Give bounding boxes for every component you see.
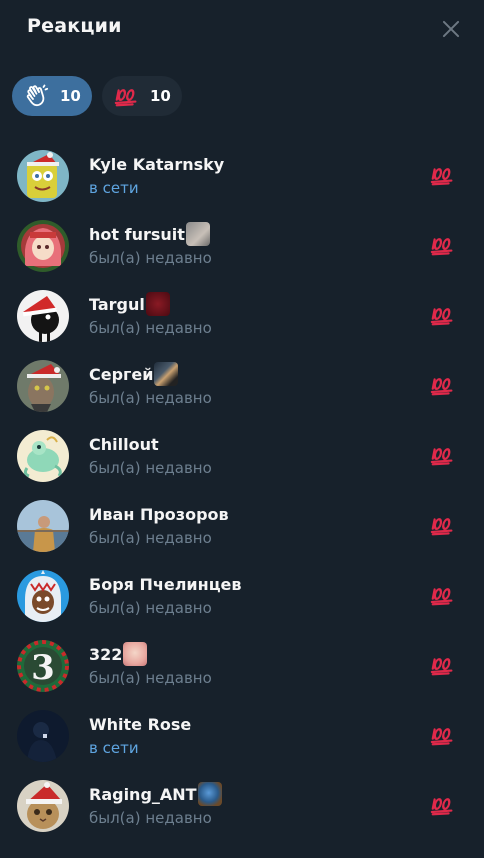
list-item[interactable]: Боря Пчелинцев был(а) недавно bbox=[0, 560, 484, 630]
avatar bbox=[17, 430, 69, 482]
user-name: hot fursuit bbox=[89, 224, 185, 244]
avatar bbox=[17, 150, 69, 202]
list-item[interactable]: 3 322 был(а) недавно bbox=[0, 630, 484, 700]
user-status: был(а) недавно bbox=[89, 459, 212, 477]
hundred-icon bbox=[430, 234, 456, 256]
hundred-icon bbox=[430, 164, 456, 186]
custom-emoji-icon bbox=[185, 222, 210, 246]
page-title: Реакции bbox=[27, 15, 122, 37]
list-item[interactable]: hot fursuit был(а) недавно bbox=[0, 210, 484, 280]
hundred-icon bbox=[430, 374, 456, 396]
user-status: был(а) недавно bbox=[89, 249, 212, 267]
list-item[interactable]: Иван Прозоров был(а) недавно bbox=[0, 490, 484, 560]
header: Реакции bbox=[0, 0, 484, 58]
hundred-icon bbox=[430, 514, 456, 536]
list-item[interactable]: Chillout был(а) недавно bbox=[0, 420, 484, 490]
user-status: был(а) недавно bbox=[89, 529, 212, 547]
user-name: Боря Пчелинцев bbox=[89, 574, 242, 594]
user-status: был(а) недавно bbox=[89, 809, 212, 827]
user-name: 322 bbox=[89, 644, 123, 664]
avatar bbox=[17, 500, 69, 552]
custom-emoji-icon bbox=[123, 642, 148, 666]
list-item[interactable]: Сергей был(а) недавно bbox=[0, 350, 484, 420]
hundred-icon bbox=[430, 584, 456, 606]
hundred-icon bbox=[114, 83, 140, 109]
hundred-icon bbox=[430, 724, 456, 746]
list-item[interactable]: Raging_ANT был(а) недавно bbox=[0, 770, 484, 840]
user-status: в сети bbox=[89, 179, 139, 197]
user-status: был(а) недавно bbox=[89, 319, 212, 337]
custom-emoji-icon bbox=[197, 782, 222, 806]
hundred-icon bbox=[430, 444, 456, 466]
close-icon[interactable] bbox=[440, 18, 462, 40]
user-name: Raging_ANT bbox=[89, 784, 197, 804]
user-status: был(а) недавно bbox=[89, 389, 212, 407]
list-item[interactable]: Kyle Katarnsky в сети bbox=[0, 140, 484, 210]
avatar bbox=[17, 290, 69, 342]
filter-hundred[interactable]: 10 bbox=[102, 76, 182, 116]
user-name: Сергей bbox=[89, 364, 154, 384]
svg-text:3: 3 bbox=[31, 648, 55, 688]
reaction-filters: 10 10 bbox=[12, 76, 182, 116]
hundred-icon bbox=[430, 654, 456, 676]
custom-emoji-icon bbox=[154, 362, 179, 386]
user-status: был(а) недавно bbox=[89, 599, 212, 617]
reaction-user-list: Kyle Katarnsky в сети hot fursuit был(а)… bbox=[0, 140, 484, 840]
user-name: Chillout bbox=[89, 434, 159, 454]
avatar bbox=[17, 780, 69, 832]
avatar: 3 bbox=[17, 640, 69, 692]
list-item[interactable]: Targul был(а) недавно bbox=[0, 280, 484, 350]
avatar bbox=[17, 570, 69, 622]
hundred-icon bbox=[430, 794, 456, 816]
user-name: Kyle Katarnsky bbox=[89, 154, 225, 174]
avatar bbox=[17, 360, 69, 412]
user-status: в сети bbox=[89, 739, 139, 757]
avatar bbox=[17, 220, 69, 272]
filter-clap[interactable]: 10 bbox=[12, 76, 92, 116]
list-item[interactable]: White Rose в сети bbox=[0, 700, 484, 770]
clap-icon bbox=[24, 83, 50, 109]
filter-count: 10 bbox=[60, 87, 81, 105]
custom-emoji-icon bbox=[145, 292, 170, 316]
user-status: был(а) недавно bbox=[89, 669, 212, 687]
hundred-icon bbox=[430, 304, 456, 326]
user-name: Иван Прозоров bbox=[89, 504, 229, 524]
filter-count: 10 bbox=[150, 87, 171, 105]
user-name: Targul bbox=[89, 294, 145, 314]
avatar bbox=[17, 710, 69, 762]
user-name: White Rose bbox=[89, 714, 192, 734]
